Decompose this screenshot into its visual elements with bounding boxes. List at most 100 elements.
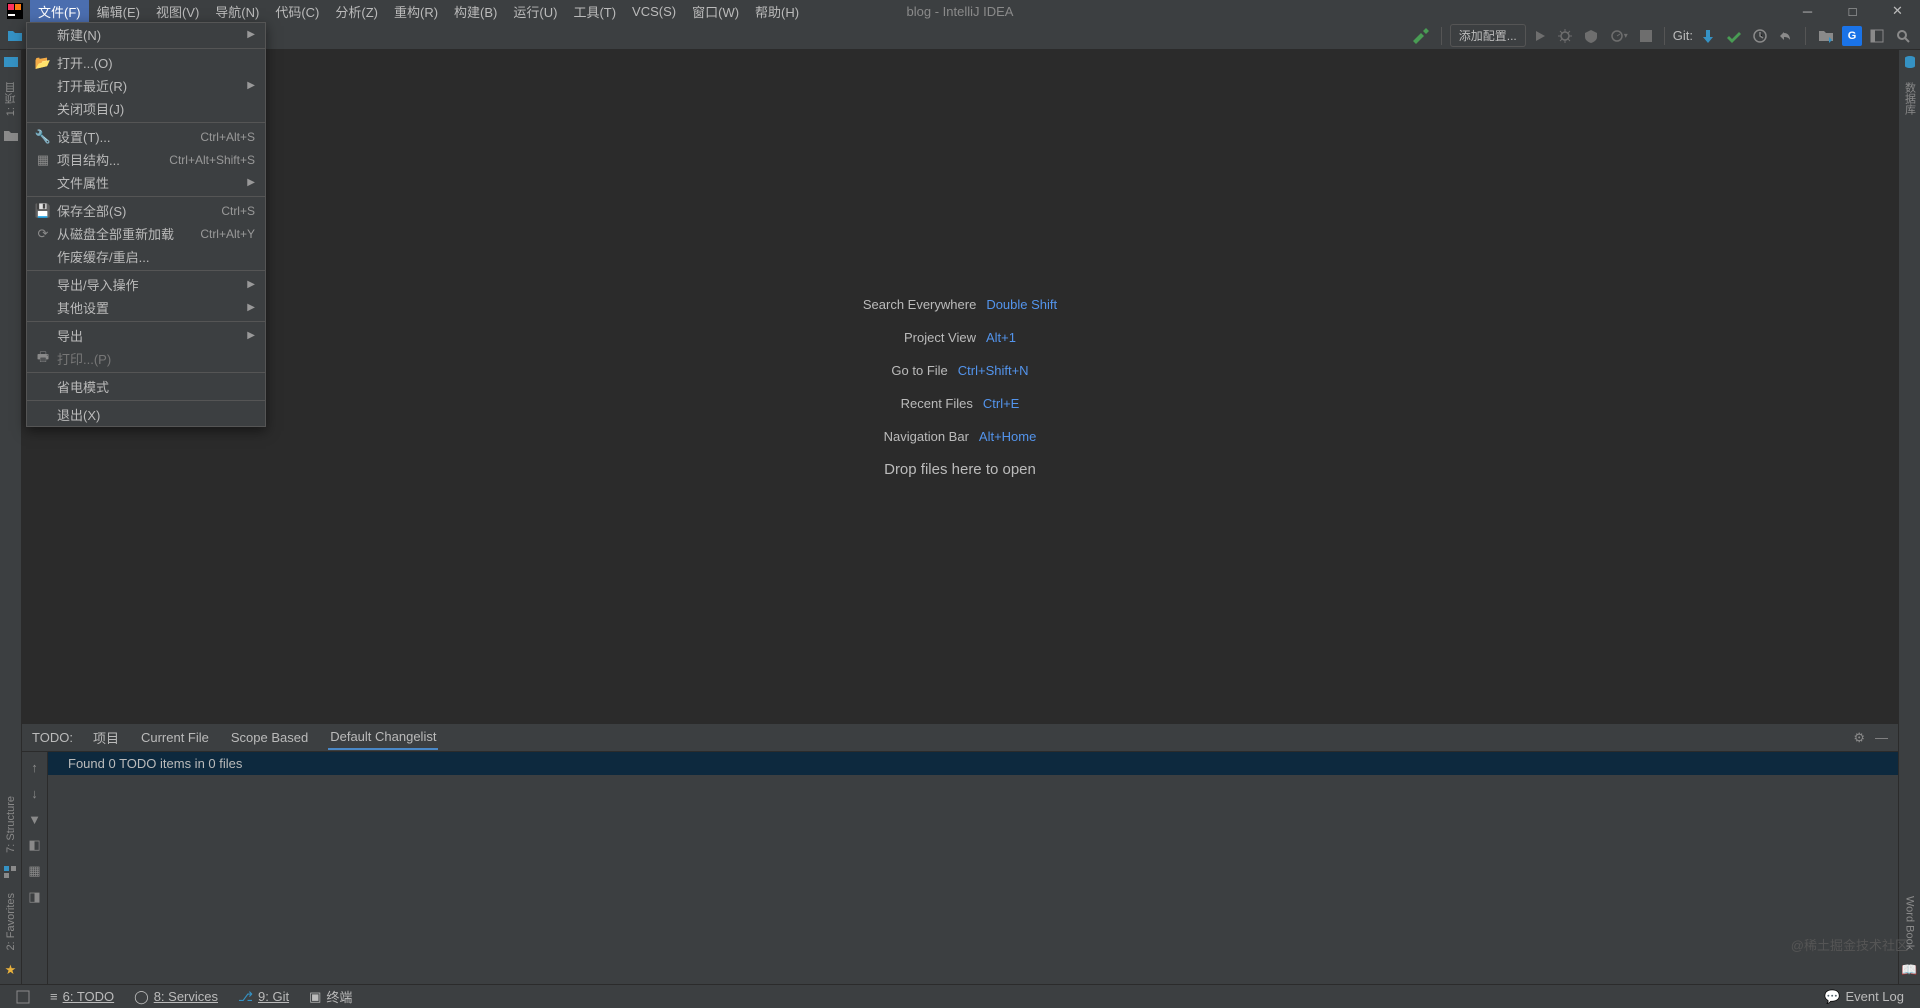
project-tool-button[interactable]: 1: 项目 (3, 74, 19, 124)
menu-project-structure[interactable]: ▦项目结构...Ctrl+Alt+Shift+S (27, 148, 265, 171)
preview-icon[interactable]: ◨ (26, 888, 44, 906)
profiler-button[interactable]: ▾ (1606, 25, 1632, 47)
menu-help[interactable]: 帮助(H) (747, 0, 807, 22)
project-tool-icon[interactable] (3, 54, 19, 70)
menu-separator (27, 270, 265, 271)
star-icon[interactable]: ★ (3, 962, 19, 978)
separator (1664, 27, 1665, 45)
todo-panel: TODO: 项目 Current File Scope Based Defaul… (22, 723, 1898, 984)
build-hammer-icon[interactable] (1409, 25, 1433, 47)
project-folder-icon[interactable] (6, 27, 24, 45)
structure-tool-button[interactable]: 7: Structure (5, 788, 17, 861)
separator (1441, 27, 1442, 45)
git-update-button[interactable] (1697, 25, 1719, 47)
menu-export[interactable]: 导出▶ (27, 324, 265, 347)
minimize-button[interactable]: ─ (1785, 0, 1830, 22)
layout-icon[interactable] (1866, 25, 1888, 47)
menu-other-settings[interactable]: 其他设置▶ (27, 296, 265, 319)
status-services-button[interactable]: ◯8: Services (124, 989, 228, 1005)
shortcut-label: Alt+1 (986, 330, 1016, 345)
source-icon[interactable]: ◧ (26, 836, 44, 854)
favorites-tool-button[interactable]: 2: Favorites (5, 885, 17, 958)
menu-edit[interactable]: 编辑(E) (89, 0, 148, 22)
window-controls: ─ □ ✕ (1785, 0, 1920, 22)
translate-icon[interactable]: G (1842, 26, 1862, 46)
menu-open[interactable]: 📂打开...(O) (27, 51, 265, 74)
arrow-up-icon[interactable]: ↑ (26, 758, 44, 776)
shortcut-label: Ctrl+Alt+Shift+S (169, 153, 255, 167)
shortcut-label: Ctrl+Alt+Y (200, 227, 255, 241)
todo-tab-default-changelist[interactable]: Default Changelist (328, 725, 438, 750)
debug-button[interactable] (1554, 25, 1576, 47)
database-tool-button[interactable]: 数据库 (1902, 74, 1918, 123)
search-everywhere-button[interactable] (1892, 25, 1914, 47)
todo-tab-scope-based[interactable]: Scope Based (229, 726, 310, 749)
menu-bar: 文件(F) 编辑(E) 视图(V) 导航(N) 代码(C) 分析(Z) 重构(R… (30, 0, 807, 22)
menu-file[interactable]: 文件(F) (30, 0, 89, 22)
terminal-icon: ▣ (309, 989, 321, 1005)
close-button[interactable]: ✕ (1875, 0, 1920, 22)
menu-new[interactable]: 新建(N)▶ (27, 23, 265, 46)
save-icon: 💾 (35, 203, 51, 219)
refresh-icon: ⟳ (35, 226, 51, 242)
menu-vcs[interactable]: VCS(S) (624, 0, 684, 22)
title-bar: 文件(F) 编辑(E) 视图(V) 导航(N) 代码(C) 分析(Z) 重构(R… (0, 0, 1920, 22)
menu-view[interactable]: 视图(V) (148, 0, 207, 22)
folder-icon[interactable] (3, 128, 19, 144)
stop-button[interactable] (1636, 25, 1656, 47)
hint-project-view: Project ViewAlt+1 (904, 329, 1016, 346)
menu-analyze[interactable]: 分析(Z) (327, 0, 386, 22)
run-button[interactable] (1530, 25, 1550, 47)
menu-exit[interactable]: 退出(X) (27, 403, 265, 426)
status-event-log-button[interactable]: 💬Event Log (1814, 989, 1914, 1005)
gear-icon[interactable]: ⚙ (1853, 730, 1865, 746)
menu-code[interactable]: 代码(C) (267, 0, 327, 22)
git-rollback-button[interactable] (1775, 25, 1797, 47)
menu-power-save[interactable]: 省电模式 (27, 375, 265, 398)
menu-window[interactable]: 窗口(W) (684, 0, 747, 22)
hint-search-everywhere: Search EverywhereDouble Shift (863, 296, 1057, 313)
menu-file-properties[interactable]: 文件属性▶ (27, 171, 265, 194)
main-toolbar: 添加配置... ▾ Git: G (0, 22, 1920, 50)
menu-separator (27, 372, 265, 373)
hint-navigation-bar: Navigation BarAlt+Home (884, 428, 1037, 445)
structure-icon[interactable] (3, 865, 19, 881)
menu-build[interactable]: 构建(B) (446, 0, 505, 22)
add-configuration-button[interactable]: 添加配置... (1450, 24, 1526, 47)
right-tool-gutter: 数据库 Word Book 📖 (1898, 50, 1920, 984)
maximize-button[interactable]: □ (1830, 0, 1875, 22)
main-area: 1: 项目 7: Structure 2: Favorites ★ Search… (0, 50, 1920, 984)
menu-refactor[interactable]: 重构(R) (386, 0, 446, 22)
status-bar: ≡6: TODO ◯8: Services ⎇9: Git ▣终端 💬Event… (0, 984, 1920, 1008)
database-icon[interactable] (1902, 54, 1918, 70)
menu-run[interactable]: 运行(U) (505, 0, 565, 22)
todo-tab-project[interactable]: 项目 (91, 724, 121, 751)
coverage-button[interactable] (1580, 25, 1602, 47)
status-terminal-button[interactable]: ▣终端 (299, 987, 362, 1006)
status-todo-button[interactable]: ≡6: TODO (40, 989, 124, 1004)
menu-tools[interactable]: 工具(T) (565, 0, 624, 22)
group-icon[interactable]: ▦ (26, 862, 44, 880)
git-commit-button[interactable] (1723, 25, 1745, 47)
arrow-down-icon[interactable]: ↓ (26, 784, 44, 802)
git-history-button[interactable] (1749, 25, 1771, 47)
hide-panel-button[interactable]: — (1875, 730, 1888, 746)
menu-save-all[interactable]: 💾保存全部(S)Ctrl+S (27, 199, 265, 222)
menu-navigate[interactable]: 导航(N) (207, 0, 267, 22)
menu-invalidate-caches[interactable]: 作废缓存/重启... (27, 245, 265, 268)
menu-settings[interactable]: 🔧设置(T)...Ctrl+Alt+S (27, 125, 265, 148)
filter-icon[interactable]: ▼ (26, 810, 44, 828)
separator (1805, 27, 1806, 45)
empty-editor: Search EverywhereDouble Shift Project Vi… (22, 50, 1898, 723)
quick-access-icon[interactable] (6, 990, 40, 1004)
menu-close-project[interactable]: 关闭项目(J) (27, 97, 265, 120)
menu-open-recent[interactable]: 打开最近(R)▶ (27, 74, 265, 97)
status-git-button[interactable]: ⎇9: Git (228, 989, 299, 1005)
menu-reload-from-disk[interactable]: ⟳从磁盘全部重新加载Ctrl+Alt+Y (27, 222, 265, 245)
folder-browse-icon[interactable] (1814, 25, 1838, 47)
menu-export-import[interactable]: 导出/导入操作▶ (27, 273, 265, 296)
menu-print[interactable]: 🖶打印...(P) (27, 347, 265, 370)
book-icon[interactable]: 📖 (1902, 962, 1918, 978)
hint-recent-files: Recent FilesCtrl+E (901, 395, 1020, 412)
todo-tab-current-file[interactable]: Current File (139, 726, 211, 749)
